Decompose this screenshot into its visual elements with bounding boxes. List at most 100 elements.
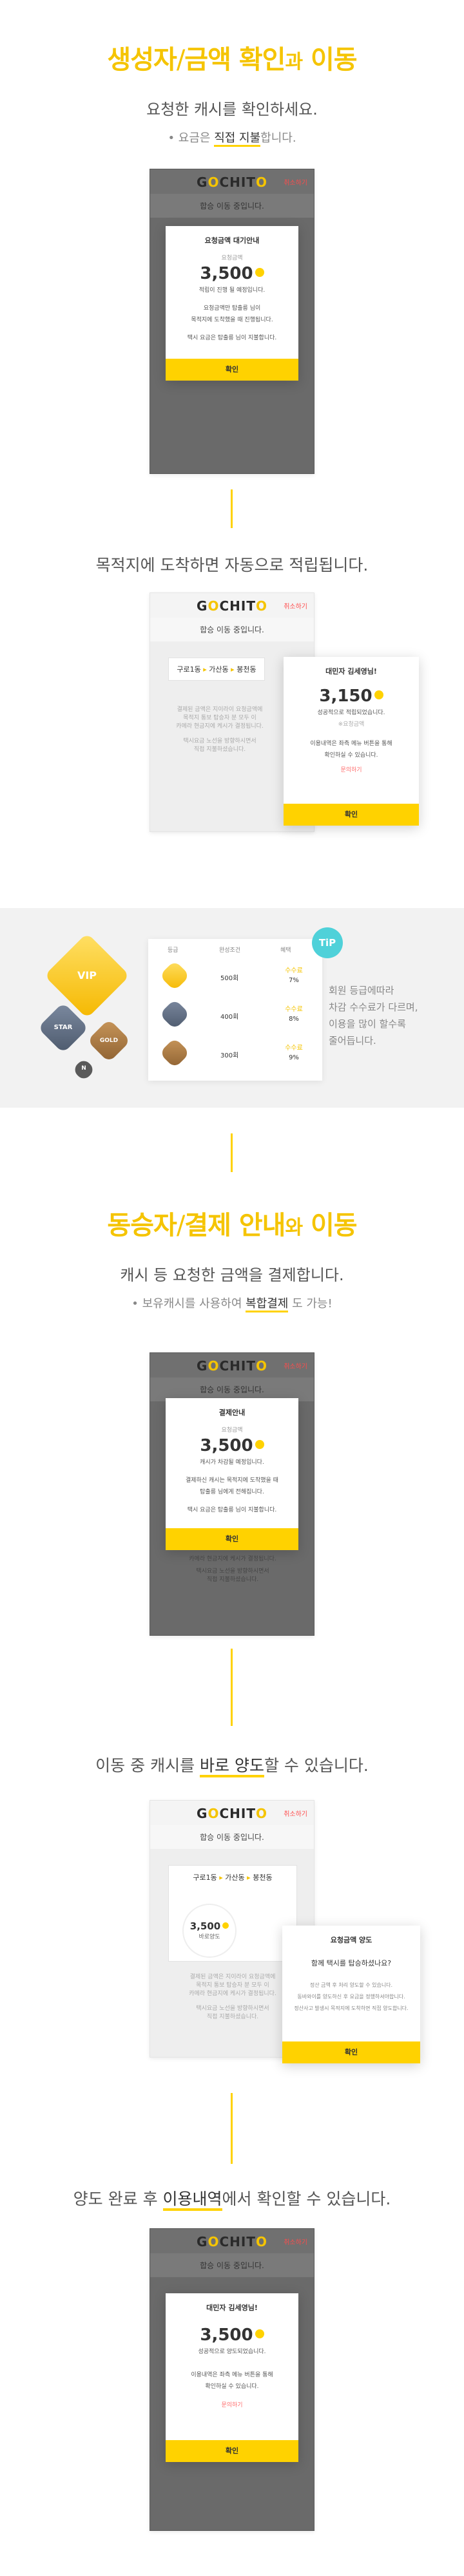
amount-confirm-modal: 요청금액 대기안내 요청금액 3,500 적립이 진행 될 예정입니다. 요청금…	[166, 226, 298, 381]
gold-badge-icon	[159, 1037, 191, 1069]
modal-label: 요청금액	[221, 255, 243, 261]
title-slash: /	[176, 1211, 186, 1240]
tier-benefit: 수수료 9%	[285, 1045, 303, 1061]
arrow-right-icon: ▸	[203, 665, 207, 674]
modal-text: 결제하신 캐시는 목적지에 도착했을 때	[186, 1477, 278, 1484]
phone-screen-5: GOCHITO 취소하기 합승 이동 중입니다. 대민자 김세영님! 3,500…	[150, 2228, 314, 2531]
table-header: 혜택	[280, 947, 291, 954]
modal-question: 함께 택시를 탑승하셨나요?	[311, 1959, 392, 1967]
modal-title: 대민자 김세영님!	[325, 667, 377, 676]
normal-badge-label: N	[81, 1065, 86, 1072]
tier-condition: 500회	[220, 975, 239, 982]
title-part: 결제 안내	[184, 1211, 285, 1240]
modal-text: 확인하실 수 있습니다.	[324, 752, 378, 759]
title-part: 동승자	[107, 1211, 177, 1240]
divider-line	[231, 1133, 233, 1172]
modal-text: 적립이 진행 될 예정입니다.	[198, 287, 266, 294]
route-card: 구로1동 ▸ 가산동 ▸ 봉천동	[168, 658, 265, 681]
step-description: 양도 완료 후 이용내역에서 확인할 수 있습니다.	[0, 2186, 464, 2211]
inquiry-link[interactable]: 문의하기	[166, 2400, 298, 2409]
cancel-button[interactable]: 취소하기	[284, 2237, 307, 2246]
section2-title: 동승자/결제 안내와 이동	[0, 1204, 464, 1242]
gold-badge-label: GOLD	[99, 1037, 119, 1044]
confirm-button[interactable]: 확인	[282, 2041, 420, 2063]
confirm-button[interactable]: 확인	[284, 804, 419, 826]
table-header: 완성조건	[219, 947, 241, 954]
step-description: 목적지에 도착하면 자동으로 적립됩니다.	[95, 556, 369, 574]
modal-amount: 3,500	[166, 2325, 298, 2345]
modal-text: 캐시가 차감될 예정입니다.	[200, 1459, 264, 1466]
app-logo: GOCHITO	[197, 1358, 267, 1374]
app-logo: GOCHITO	[197, 175, 267, 190]
transfer-modal: 요청금액 양도 함께 택시를 탑승하셨나요? 정산 금액 후 처리 양도할 수 …	[282, 1926, 420, 2063]
modal-title: 대민자 김세영님!	[206, 2304, 258, 2312]
app-header: GOCHITO 취소하기	[150, 1801, 314, 1825]
modal-text: ※요청금액	[338, 721, 365, 728]
modal-amount: 3,150	[284, 687, 419, 706]
modal-text: 이용내역은 좌측 메뉴 버튼을 통해	[191, 2372, 273, 2378]
confirm-button[interactable]: 확인	[166, 2440, 298, 2462]
note-highlight: 직접 지불	[214, 131, 261, 147]
tier-condition: 300회	[220, 1052, 239, 1059]
phone-screen-3: GOCHITO 취소하기 합승 이동 중입니다. 결제안내 요청금액 3,500…	[150, 1352, 314, 1636]
tier-benefit: 수수료 7%	[285, 967, 303, 984]
tier-table-card: 등급 완성조건 혜택 500회 수수료 7% 400회 수수료 8% 300회 수수…	[148, 939, 322, 1081]
vip-badge-icon	[159, 960, 191, 992]
inquiry-link[interactable]: 문의하기	[284, 765, 419, 773]
section1-subtitle: 요청한 캐시를 확인하세요.	[146, 100, 318, 118]
ride-status: 합승 이동 중입니다.	[150, 618, 314, 641]
section2-subtitle: 캐시 등 요청한 금액을 결제합니다.	[120, 1266, 344, 1284]
route-waypoint: 가산동	[209, 665, 229, 674]
cancel-button[interactable]: 취소하기	[284, 1808, 307, 1818]
confirm-button[interactable]: 확인	[166, 359, 298, 381]
modal-amount: 3,500	[166, 264, 298, 283]
app-header: GOCHITO 취소하기	[150, 593, 314, 618]
app-header: GOCHITO 취소하기	[150, 169, 314, 194]
arrow-right-icon: ▸	[247, 1873, 251, 1882]
modal-amount: 3,500	[166, 1436, 298, 1455]
reward-complete-modal: 대민자 김세영님! 3,150 성공적으로 적립되었습니다. ※요청금액 이용내…	[284, 657, 419, 826]
note-text: 합니다.	[260, 131, 296, 145]
coin-icon	[255, 267, 264, 277]
modal-text: 동바와이를 양도하신 후 요금을 정했하셔야합니다.	[297, 1994, 405, 2000]
section1-title: 생성자/금액 확인과 이동	[0, 39, 464, 76]
desc-highlight: 이용내역	[162, 2190, 222, 2211]
coin-icon	[374, 690, 383, 699]
divider-line	[231, 1649, 233, 1726]
note-highlight: 복합결제	[246, 1297, 289, 1312]
note-text: 도 가능!	[288, 1297, 333, 1311]
desc-highlight: 바로 양도	[200, 1756, 264, 1777]
tip-badge: TiP	[312, 927, 343, 958]
title-part: 과	[285, 51, 303, 73]
phone-screen-1: GOCHITO 취소하기 합승 이동 중입니다. 요청금액 대기안내 요청금액 …	[150, 169, 314, 474]
divider-line	[231, 2093, 233, 2164]
title-part: 이동	[310, 1211, 358, 1240]
coin-icon	[255, 2329, 264, 2338]
title-part: 이동	[310, 45, 358, 75]
divider-line	[231, 489, 233, 528]
vip-badge-label: VIP	[77, 969, 97, 981]
note-text: • 요금은	[168, 131, 215, 145]
section2-note: • 보유캐시를 사용하여 복합결제 도 가능!	[0, 1294, 464, 1312]
cancel-button[interactable]: 취소하기	[284, 1361, 307, 1370]
app-logo: GOCHITO	[197, 598, 267, 614]
info-text: 결제된 금액은 지이라이 요청금액에 목적지 통보 탑승자 분 모두 이 카메라 현…	[189, 1974, 276, 2020]
modal-title: 요청금액 양도	[330, 1936, 372, 1944]
transfer-button[interactable]: 3,500 바로양도	[182, 1904, 237, 1958]
confirm-button[interactable]: 확인	[166, 1528, 298, 1550]
tier-benefit: 수수료 8%	[285, 1006, 303, 1023]
modal-title: 결제안내	[218, 1408, 246, 1417]
title-slash: /	[176, 45, 186, 75]
app-header: GOCHITO 취소하기	[150, 2229, 314, 2253]
modal-text: 성공적으로 양도되었습니다.	[198, 2349, 266, 2355]
modal-text: 성공적으로 적립되었습니다.	[317, 710, 385, 716]
cancel-button[interactable]: 취소하기	[284, 601, 307, 611]
modal-text: 목적지에 도착했을 때 진행됩니다.	[191, 317, 273, 323]
note-text: • 보유캐시를 사용하여	[131, 1297, 246, 1311]
table-header: 등급	[168, 947, 179, 954]
modal-text: 택시 요금은 탑출릉 님이 지불합니다.	[187, 335, 277, 341]
cancel-button[interactable]: 취소하기	[284, 177, 307, 187]
title-part: 금액 확인	[184, 45, 285, 75]
coin-icon	[255, 1439, 264, 1449]
app-logo: GOCHITO	[197, 2234, 267, 2249]
